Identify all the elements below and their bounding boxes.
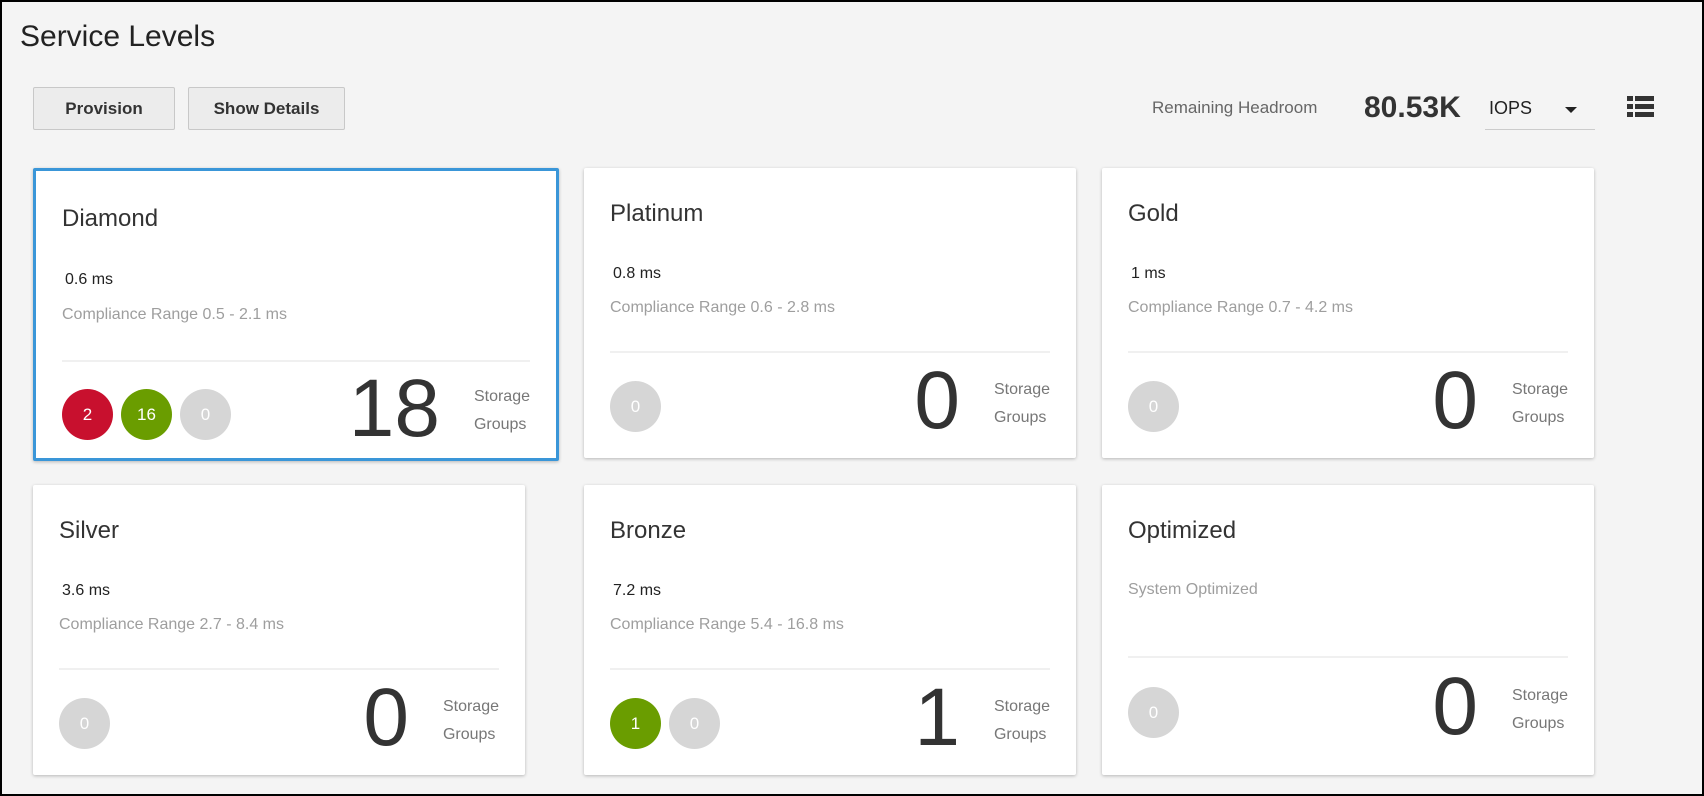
- storage-group-count: 18: [348, 363, 440, 454]
- service-level-card-diamond[interactable]: Diamond 0.6 ms Compliance Range 0.5 - 2.1 …: [33, 168, 559, 461]
- card-latency: 1 ms: [1131, 265, 1166, 282]
- groups-label: Groups: [1511, 715, 1565, 732]
- storage-label: Storage: [993, 381, 1050, 398]
- card-compliance-range: Compliance Range 5.4 - 16.8 ms: [610, 616, 844, 633]
- divider: [1128, 351, 1568, 353]
- storage-groups-label: Storage Groups: [1512, 376, 1568, 432]
- storage-label: Storage: [442, 698, 499, 715]
- service-level-card-platinum[interactable]: Platinum 0.8 ms Compliance Range 0.6 - 2.8…: [584, 168, 1076, 458]
- storage-group-count: 0: [363, 672, 409, 763]
- status-badge-ok[interactable]: 16: [121, 389, 172, 440]
- status-badge-none[interactable]: 0: [610, 381, 661, 432]
- groups-label: Groups: [993, 726, 1047, 743]
- card-title: Platinum: [610, 200, 704, 227]
- card-title: Optimized: [1128, 517, 1237, 544]
- storage-group-count: 0: [914, 355, 960, 446]
- page-title: Service Levels: [20, 20, 216, 53]
- remaining-headroom-value: 80.53K: [1364, 91, 1461, 124]
- groups-label: Groups: [993, 409, 1047, 426]
- show-details-button[interactable]: Show Details: [188, 87, 345, 130]
- status-badge-critical[interactable]: 2: [62, 389, 113, 440]
- status-badges: 0: [1128, 687, 1179, 738]
- status-badge-none[interactable]: 0: [669, 698, 720, 749]
- card-title: Bronze: [610, 517, 687, 544]
- storage-label: Storage: [993, 698, 1050, 715]
- status-badge-none[interactable]: 0: [1128, 687, 1179, 738]
- provision-button[interactable]: Provision: [33, 87, 175, 130]
- storage-groups-label: Storage Groups: [443, 693, 499, 749]
- unit-select[interactable]: IOPS: [1485, 92, 1595, 130]
- storage-label: Storage: [473, 388, 530, 405]
- card-compliance-range: Compliance Range 0.7 - 4.2 ms: [1128, 299, 1353, 316]
- card-latency: 3.6 ms: [62, 582, 111, 599]
- card-latency: 7.2 ms: [613, 582, 662, 599]
- status-badges: 0: [610, 381, 661, 432]
- service-level-card-gold[interactable]: Gold 1 ms Compliance Range 0.7 - 4.2 ms 0 0 S…: [1102, 168, 1594, 458]
- service-level-card-silver[interactable]: Silver 3.6 ms Compliance Range 2.7 - 8.4 m…: [33, 485, 525, 775]
- card-title: Silver: [59, 517, 120, 544]
- groups-label: Groups: [473, 416, 527, 433]
- service-level-card-bronze[interactable]: Bronze 7.2 ms Compliance Range 5.4 - 16.8 …: [584, 485, 1076, 775]
- card-latency: 0.8 ms: [613, 265, 662, 282]
- card-title: Gold: [1128, 200, 1179, 227]
- unit-select-value: IOPS: [1489, 98, 1533, 118]
- status-badges: 2 16 0: [62, 389, 231, 440]
- divider: [59, 668, 499, 670]
- remaining-headroom-label: Remaining Headroom: [1152, 98, 1318, 117]
- card-title: Diamond: [62, 205, 159, 232]
- status-badges: 10: [610, 698, 720, 749]
- card-compliance-range: Compliance Range 2.7 - 8.4 ms: [59, 616, 284, 633]
- storage-label: Storage: [1511, 687, 1568, 704]
- service-level-card-optimized[interactable]: Optimized System Optimized 0 0 Storage Groups: [1102, 485, 1594, 775]
- storage-groups-label: Storage Groups: [1512, 682, 1568, 738]
- storage-label: Storage: [1511, 381, 1568, 398]
- groups-label: Groups: [442, 726, 496, 743]
- card-latency: 0.6 ms: [65, 271, 114, 288]
- list-view-icon[interactable]: [1627, 96, 1654, 118]
- storage-groups-label: Storage Groups: [474, 383, 530, 439]
- service-levels-page: Service Levels Provision Show Details Re…: [2, 2, 1702, 794]
- status-badge-none[interactable]: 0: [180, 389, 231, 440]
- divider: [1128, 656, 1568, 658]
- status-badge-none[interactable]: 0: [1128, 381, 1179, 432]
- storage-group-count: 1: [914, 672, 960, 763]
- storage-group-count: 0: [1432, 661, 1478, 752]
- card-compliance-range: System Optimized: [1128, 581, 1258, 598]
- status-badges: 0: [1128, 381, 1179, 432]
- groups-label: Groups: [1511, 409, 1565, 426]
- divider: [610, 668, 1050, 670]
- card-compliance-range: Compliance Range 0.5 - 2.1 ms: [62, 306, 287, 323]
- divider: [610, 351, 1050, 353]
- divider: [62, 360, 530, 362]
- card-compliance-range: Compliance Range 0.6 - 2.8 ms: [610, 299, 835, 316]
- chevron-down-icon: [1565, 107, 1577, 113]
- storage-groups-label: Storage Groups: [994, 693, 1050, 749]
- status-badges: 0: [59, 698, 110, 749]
- storage-group-count: 0: [1432, 355, 1478, 446]
- status-badge-ok[interactable]: 1: [610, 698, 661, 749]
- storage-groups-label: Storage Groups: [994, 376, 1050, 432]
- status-badge-none[interactable]: 0: [59, 698, 110, 749]
